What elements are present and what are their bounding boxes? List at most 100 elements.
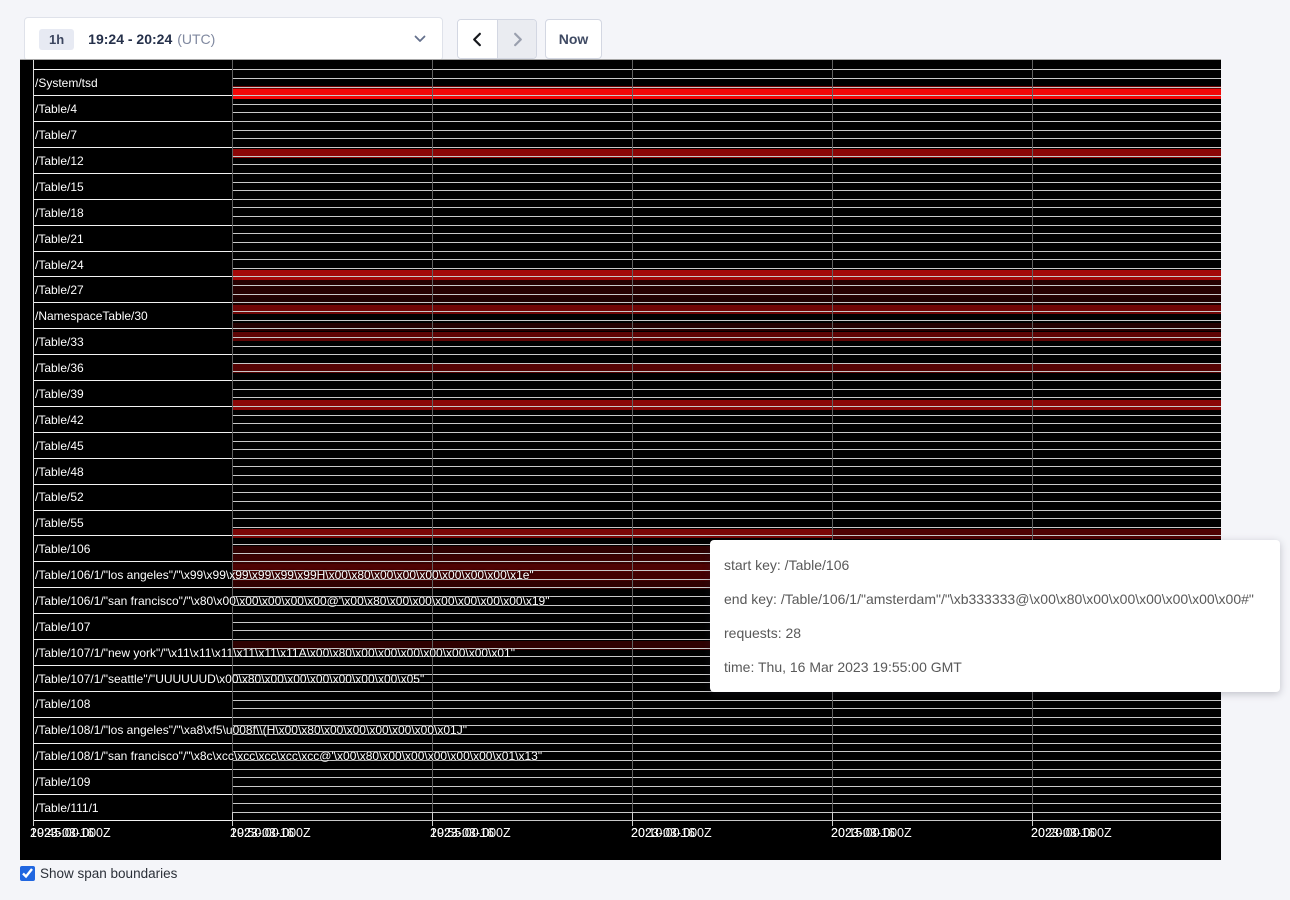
span-boundary-line	[232, 432, 1221, 433]
keyvis-canvas[interactable]: /System/tsd/Table/4/Table/7/Table/12/Tab…	[20, 59, 1221, 860]
heat-band	[232, 89, 1221, 99]
span-key-label: /Table/21	[35, 233, 84, 246]
span-boundary-line	[232, 794, 1221, 795]
span-key-label: /System/tsd	[35, 77, 98, 90]
label-boundary-line	[33, 587, 232, 588]
span-boundary-line	[232, 475, 1221, 476]
span-boundary-line	[232, 535, 1221, 536]
time-range-selector[interactable]: 1h 19:24 - 20:24 (UTC)	[24, 17, 443, 61]
label-boundary-line	[33, 484, 232, 485]
now-button[interactable]: Now	[545, 19, 602, 59]
span-boundary-line	[232, 415, 1221, 416]
show-span-boundaries-checkbox[interactable]	[20, 866, 35, 881]
span-boundary-line	[232, 769, 1221, 770]
axis-tick	[232, 812, 233, 826]
label-boundary-line	[33, 535, 232, 536]
label-boundary-line	[33, 665, 232, 666]
label-boundary-line	[33, 794, 232, 795]
span-boundary-line	[232, 259, 1221, 260]
span-boundary-line	[232, 812, 1221, 813]
span-key-label: /Table/24	[35, 259, 84, 272]
heat-band	[232, 297, 1221, 305]
span-boundary-line	[232, 484, 1221, 485]
span-boundary-line	[232, 121, 1221, 122]
chevron-left-icon	[470, 32, 485, 47]
span-boundary-line	[232, 190, 1221, 191]
span-boundary-line	[232, 518, 1221, 519]
span-boundary-line	[232, 95, 1221, 96]
span-boundary-line	[232, 777, 1221, 778]
heat-band	[232, 149, 1221, 158]
span-boundary-line	[232, 743, 1221, 744]
span-boundary-line	[232, 207, 1221, 208]
tooltip-requests: requests: 28	[724, 616, 1266, 650]
label-boundary-line	[33, 639, 232, 640]
time-range-label: 19:24 - 20:24	[88, 31, 172, 47]
span-key-label: /Table/108/1/"san francisco"/"\x8c\xcc\x…	[35, 750, 542, 763]
hover-tooltip: start key: /Table/106 end key: /Table/10…	[710, 540, 1280, 692]
span-boundary-line	[232, 130, 1221, 131]
tooltip-end-key: end key: /Table/106/1/"amsterdam"/"\xb33…	[724, 582, 1266, 616]
span-boundary-line	[232, 786, 1221, 787]
span-boundary-line	[232, 354, 1221, 355]
span-boundary-line	[232, 268, 1221, 269]
prev-time-button[interactable]	[458, 20, 497, 58]
span-key-label: /Table/33	[35, 336, 84, 349]
span-boundary-line	[232, 87, 1221, 88]
span-boundary-line	[232, 501, 1221, 502]
time-gridline	[832, 60, 833, 820]
span-key-label: /Table/27	[35, 284, 84, 297]
label-boundary-line	[33, 95, 232, 96]
span-boundary-line	[232, 458, 1221, 459]
span-boundary-line	[232, 69, 1221, 70]
span-boundary-line	[232, 294, 1221, 295]
label-boundary-line	[33, 147, 232, 148]
label-boundary-line	[33, 743, 232, 744]
show-span-boundaries-control: Show span boundaries	[20, 866, 177, 881]
span-key-label: /Table/18	[35, 207, 84, 220]
span-boundary-line	[232, 423, 1221, 424]
axis-tick	[33, 812, 34, 826]
span-key-label: /Table/107/1/"seattle"/"UUUUUUD\x00\x80\…	[35, 673, 424, 686]
span-boundary-line	[232, 199, 1221, 200]
span-boundary-line	[232, 320, 1221, 321]
span-boundary-line	[232, 216, 1221, 217]
heat-band	[232, 305, 1221, 314]
label-boundary-line	[33, 69, 232, 70]
span-key-label: /Table/106	[35, 543, 90, 556]
span-boundary-line	[232, 311, 1221, 312]
axis-tick	[432, 812, 433, 826]
label-boundary-line	[33, 717, 232, 718]
span-key-label: /Table/39	[35, 388, 84, 401]
label-boundary-line	[33, 354, 232, 355]
heat-band	[232, 270, 1221, 280]
span-boundary-line	[232, 527, 1221, 528]
span-boundary-line	[232, 328, 1221, 329]
span-boundary-line	[232, 363, 1221, 364]
span-boundary-line	[232, 242, 1221, 243]
heat-band	[232, 323, 1221, 331]
span-boundary-line	[232, 302, 1221, 303]
span-key-label: /NamespaceTable/30	[35, 310, 148, 323]
page: { "toolbar": { "duration_badge": "1h", "…	[0, 0, 1290, 900]
span-boundary-line	[232, 285, 1221, 286]
span-boundary-line	[232, 371, 1221, 372]
span-boundary-line	[232, 156, 1221, 157]
heat-band	[232, 529, 832, 538]
next-time-button[interactable]	[497, 20, 536, 58]
chevron-down-icon	[414, 35, 426, 43]
left-guide-line	[33, 60, 34, 820]
span-key-label: /Table/107/1/"new york"/"\x11\x11\x11\x1…	[35, 647, 515, 660]
label-boundary-line	[33, 510, 232, 511]
span-key-label: /Table/15	[35, 181, 84, 194]
label-boundary-line	[33, 613, 232, 614]
time-gridline	[232, 60, 233, 820]
span-key-label: /Table/108/1/"los angeles"/"\xa8\xf5\u00…	[35, 724, 467, 737]
span-key-label: /Table/48	[35, 466, 84, 479]
span-key-label: /Table/36	[35, 362, 84, 375]
span-key-label: /Table/106/1/"san francisco"/"\x80\x00\x…	[35, 595, 550, 608]
label-boundary-line	[33, 251, 232, 252]
span-boundary-line	[232, 717, 1221, 718]
span-boundary-line	[232, 346, 1221, 347]
chevron-right-icon	[510, 32, 525, 47]
